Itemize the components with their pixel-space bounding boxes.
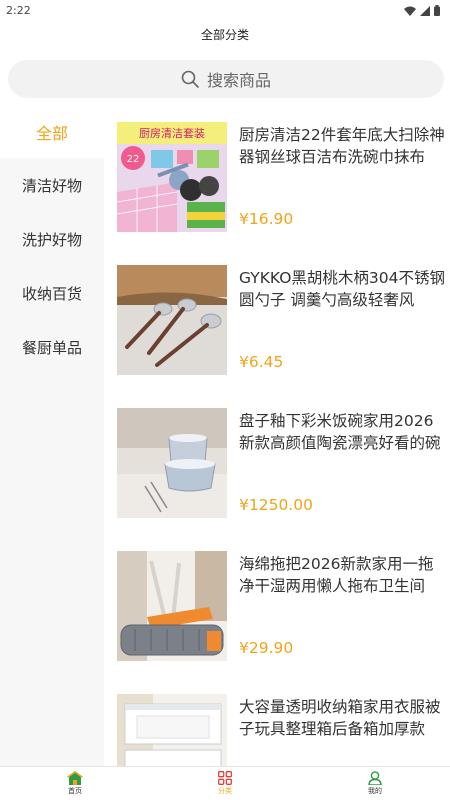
product-image (117, 694, 227, 766)
product-image (117, 551, 227, 661)
product-list: 厨房清洁套装 22 厨房清洁22件套年底大扫除神器钢丝球百洁布洗碗巾抹布 ¥16… (104, 106, 450, 766)
sidebar-item-washing-care[interactable]: 洗护好物 (0, 212, 104, 266)
product-card[interactable]: 厨房清洁套装 22 厨房清洁22件套年底大扫除神器钢丝球百洁布洗碗巾抹布 ¥16… (117, 122, 447, 234)
tab-profile[interactable]: 我的 (300, 767, 450, 800)
product-card[interactable]: 大容量透明收纳箱家用衣服被子玩具整理箱后备箱加厚款 (117, 694, 447, 766)
sidebar-item-cleaning[interactable]: 清洁好物 (0, 158, 104, 212)
bottom-tab-bar: 首页 分类 我的 (0, 766, 450, 800)
svg-text:22: 22 (127, 154, 140, 165)
product-image (117, 408, 227, 518)
product-price: ¥16.90 (239, 210, 294, 228)
product-title: 大容量透明收纳箱家用衣服被子玩具整理箱后备箱加厚款 (239, 698, 441, 738)
product-image: 厨房清洁套装 22 (117, 122, 227, 232)
search-icon (181, 70, 199, 88)
status-bar: 2:22 (0, 0, 450, 24)
product-card[interactable]: 盘子釉下彩米饭碗家用2026新款高颜值陶瓷漂亮好看的碗 ¥1250.00 (117, 408, 447, 520)
signal-icon (420, 5, 430, 16)
tab-profile-label: 我的 (368, 787, 382, 795)
sidebar-item-kitchen[interactable]: 餐厨单品 (0, 320, 104, 374)
tab-home[interactable]: 首页 (0, 767, 150, 800)
product-title: 海绵拖把2026新款家用一拖净干湿两用懒人拖布卫生间 (239, 555, 434, 595)
product-card[interactable]: 海绵拖把2026新款家用一拖净干湿两用懒人拖布卫生间 ¥29.90 (117, 551, 447, 663)
product-price: ¥1250.00 (239, 496, 313, 514)
sidebar-item-storage[interactable]: 收纳百货 (0, 266, 104, 320)
category-sidebar: 全部 清洁好物 洗护好物 收纳百货 餐厨单品 (0, 106, 104, 766)
search-input[interactable]: 搜索商品 (8, 60, 444, 98)
category-icon (218, 771, 232, 785)
product-card[interactable]: GYKKO黑胡桃木柄304不锈钢圆勺子 调羹勺高级轻奢风 ¥6.45 (117, 265, 447, 377)
wifi-icon (404, 6, 416, 16)
product-title: 厨房清洁22件套年底大扫除神器钢丝球百洁布洗碗巾抹布 (239, 126, 445, 166)
product-price: ¥6.45 (239, 353, 284, 371)
tab-category[interactable]: 分类 (150, 767, 300, 800)
product-title: GYKKO黑胡桃木柄304不锈钢圆勺子 调羹勺高级轻奢风 (239, 269, 445, 309)
thumb-promo-text: 厨房清洁套装 (139, 127, 205, 140)
search-placeholder: 搜索商品 (206, 71, 271, 90)
product-price: ¥29.90 (239, 639, 294, 657)
product-image (117, 265, 227, 375)
battery-icon (434, 5, 440, 16)
page-title: 全部分类 (200, 28, 249, 42)
product-title: 盘子釉下彩米饭碗家用2026新款高颜值陶瓷漂亮好看的碗 (239, 412, 441, 452)
home-icon (67, 771, 83, 785)
status-icons (404, 5, 440, 16)
tab-home-label: 首页 (68, 787, 82, 795)
tab-category-label: 分类 (218, 787, 232, 795)
sidebar-item-all[interactable]: 全部 (0, 106, 104, 158)
profile-icon (368, 771, 382, 785)
status-time: 2:22 (6, 4, 31, 17)
